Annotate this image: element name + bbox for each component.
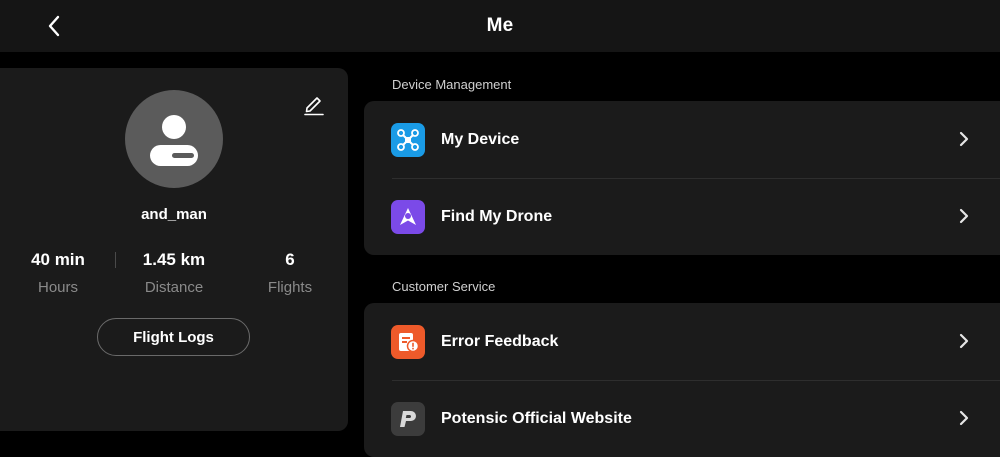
menu-item-error-feedback[interactable]: Error Feedback (364, 303, 1000, 380)
stat-flights: 6 Flights (230, 250, 350, 296)
top-bar: Me (0, 0, 1000, 52)
menu-item-label: My Device (441, 131, 520, 148)
chevron-right-icon (954, 331, 974, 351)
user-placeholder-icon (150, 115, 198, 166)
customer-service-card: Error Feedback Potensic Official Website (364, 303, 1000, 457)
stat-label: Hours (37, 279, 78, 296)
pencil-icon (304, 97, 324, 116)
stat-label: Flights (267, 279, 313, 296)
stat-value: 6 (285, 250, 295, 269)
drone-icon (391, 123, 425, 157)
stat-hours: 40 min Hours (0, 250, 118, 296)
section-title-customer-service: Customer Service (392, 279, 496, 294)
location-pin-icon (391, 200, 425, 234)
menu-item-find-my-drone[interactable]: Find My Drone (364, 178, 1000, 255)
stat-value: 40 min (31, 250, 85, 269)
menu-item-label: Potensic Official Website (441, 410, 632, 427)
profile-card: and_man 40 min Hours 1.45 km Distance 6 … (0, 68, 348, 431)
menu-item-label: Find My Drone (441, 208, 553, 225)
menu-item-label: Error Feedback (441, 333, 559, 350)
stat-value: 1.45 km (142, 250, 206, 269)
flight-logs-button[interactable]: Flight Logs (97, 318, 250, 356)
chevron-right-icon (954, 408, 974, 428)
chevron-right-icon (954, 206, 974, 226)
error-report-icon (391, 325, 425, 359)
stat-distance: 1.45 km Distance (114, 250, 234, 296)
username: and_man (141, 206, 207, 223)
stat-label: Distance (144, 279, 204, 296)
device-management-card: My Device Find My Drone (364, 101, 1000, 255)
page-title: Me (486, 15, 514, 36)
potensic-logo-icon (391, 402, 425, 436)
menu-item-official-website[interactable]: Potensic Official Website (364, 380, 1000, 457)
section-title-device-management: Device Management (392, 77, 512, 92)
menu-item-my-device[interactable]: My Device (364, 101, 1000, 178)
avatar[interactable] (125, 90, 223, 188)
chevron-right-icon (954, 129, 974, 149)
edit-profile-button[interactable] (300, 90, 328, 118)
